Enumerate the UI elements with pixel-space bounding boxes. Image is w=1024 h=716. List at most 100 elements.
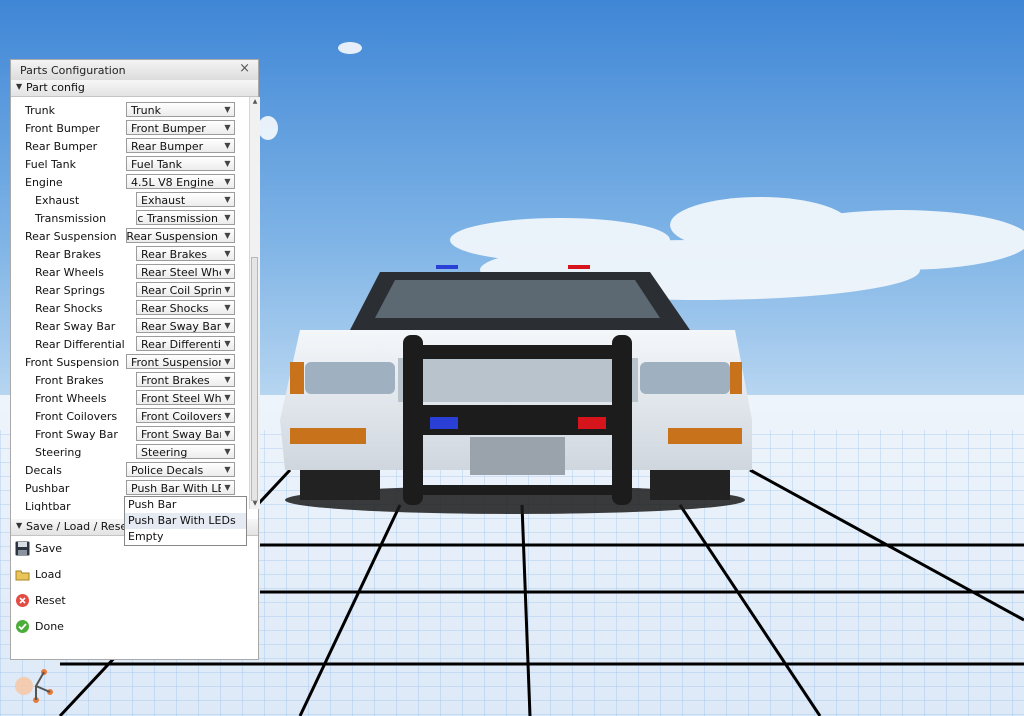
- part-row: Rear Bumper Rear Bumper ▼: [11, 137, 247, 155]
- part-select[interactable]: Fuel Tank ▼: [126, 156, 235, 171]
- part-name: Rear Wheels: [35, 266, 104, 279]
- part-name: Rear Differential: [35, 338, 125, 351]
- close-icon[interactable]: ×: [239, 61, 250, 76]
- part-select[interactable]: Rear Shocks ▼: [136, 300, 235, 315]
- chevron-down-icon: ▼: [221, 337, 234, 350]
- part-row: Trunk Trunk ▼: [11, 101, 247, 119]
- part-name: Front Bumper: [25, 122, 100, 135]
- collapse-triangle-icon: ▼: [16, 521, 23, 530]
- part-name: Rear Bumper: [25, 140, 98, 153]
- chevron-down-icon: ▼: [221, 265, 234, 278]
- part-row: Transmission tic Transmission ▼: [11, 209, 247, 227]
- part-name: Rear Springs: [35, 284, 105, 297]
- panel-title: Parts Configuration: [20, 64, 126, 77]
- part-name: Front Coilovers: [35, 410, 118, 423]
- dropdown-option[interactable]: Empty: [125, 529, 246, 545]
- part-select[interactable]: tic Transmission ▼: [136, 210, 235, 225]
- save-button[interactable]: Save: [15, 539, 135, 561]
- part-select[interactable]: Push Bar With LEDs ▼: [126, 480, 235, 495]
- part-select[interactable]: Front Bumper ▼: [126, 120, 235, 135]
- part-name: Rear Brakes: [35, 248, 101, 261]
- part-select-value: 4.5L V8 Engine: [131, 176, 214, 189]
- scroll-up-icon[interactable]: ▲: [250, 97, 260, 107]
- part-select-value: e Rear Suspension: [126, 230, 218, 243]
- part-select[interactable]: Trunk ▼: [126, 102, 235, 117]
- part-row: Engine 4.5L V8 Engine ▼: [11, 173, 247, 191]
- part-name: Steering: [35, 446, 82, 459]
- part-select[interactable]: Rear Steel Wheels ▼: [136, 264, 235, 279]
- part-row: Rear Suspension e Rear Suspension ▼: [11, 227, 247, 245]
- part-select[interactable]: Front Brakes ▼: [136, 372, 235, 387]
- collapse-triangle-icon: ▼: [16, 82, 23, 91]
- load-label: Load: [35, 568, 62, 581]
- reset-label: Reset: [35, 594, 66, 607]
- part-select[interactable]: Front Suspension ▼: [126, 354, 235, 369]
- part-name: Transmission: [35, 212, 107, 225]
- part-select[interactable]: Rear Brakes ▼: [136, 246, 235, 261]
- part-row: Front Coilovers Front Coilovers ▼: [11, 407, 247, 425]
- scroll-down-icon[interactable]: ▼: [250, 499, 260, 509]
- part-select-value: Exhaust: [141, 194, 186, 207]
- part-row: Rear Differential Rear Differential ▼: [11, 335, 247, 353]
- panel-titlebar[interactable]: Parts Configuration ×: [11, 60, 258, 81]
- part-row: Front Wheels Front Steel Wheels ▼: [11, 389, 247, 407]
- chevron-down-icon: ▼: [221, 157, 234, 170]
- reset-icon: [16, 594, 29, 607]
- done-label: Done: [35, 620, 64, 633]
- chevron-down-icon: ▼: [221, 463, 234, 476]
- part-name: Trunk: [25, 104, 55, 117]
- part-select[interactable]: Rear Coil Springs ▼: [136, 282, 235, 297]
- part-row: Rear Springs Rear Coil Springs ▼: [11, 281, 247, 299]
- chevron-down-icon: ▼: [221, 175, 234, 188]
- chevron-down-icon: ▼: [221, 373, 234, 386]
- part-select[interactable]: Front Steel Wheels ▼: [136, 390, 235, 405]
- part-select[interactable]: e Rear Suspension ▼: [126, 228, 235, 243]
- parts-configuration-panel: Parts Configuration × ▼ Part config Trun…: [10, 59, 260, 660]
- chevron-down-icon: ▼: [221, 355, 234, 368]
- part-select-value: Rear Bumper: [131, 140, 204, 153]
- part-row: Front Suspension Front Suspension ▼: [11, 353, 247, 371]
- part-select[interactable]: Steering ▼: [136, 444, 235, 459]
- part-select[interactable]: Rear Sway Bar ▼: [136, 318, 235, 333]
- chevron-down-icon: ▼: [221, 193, 234, 206]
- section-label: Save / Load / Reset: [26, 520, 132, 533]
- part-select[interactable]: Police Decals ▼: [126, 462, 235, 477]
- part-row: Steering Steering ▼: [11, 443, 247, 461]
- chevron-down-icon: ▼: [221, 391, 234, 404]
- dropdown-option-highlighted[interactable]: Push Bar With LEDs: [125, 513, 246, 529]
- part-name: Decals: [25, 464, 62, 477]
- chevron-down-icon: ▼: [221, 229, 234, 242]
- part-select[interactable]: Front Coilovers ▼: [136, 408, 235, 423]
- part-select[interactable]: Front Sway Bar ▼: [136, 426, 235, 441]
- load-button[interactable]: Load: [15, 565, 135, 587]
- part-select[interactable]: 4.5L V8 Engine ▼: [126, 174, 235, 189]
- chevron-down-icon: ▼: [221, 409, 234, 422]
- folder-icon: [15, 570, 30, 581]
- chevron-down-icon: ▼: [221, 139, 234, 152]
- part-name: Front Suspension: [25, 356, 120, 369]
- chevron-down-icon: ▼: [221, 121, 234, 134]
- dropdown-option[interactable]: Push Bar: [125, 497, 246, 513]
- parts-scrollbar[interactable]: ▲ ▼: [249, 97, 260, 509]
- chevron-down-icon: ▼: [221, 283, 234, 296]
- part-select[interactable]: Rear Bumper ▼: [126, 138, 235, 153]
- part-name: Rear Suspension: [25, 230, 117, 243]
- part-select-value: Fuel Tank: [131, 158, 182, 171]
- part-select[interactable]: Exhaust ▼: [136, 192, 235, 207]
- done-button[interactable]: Done: [15, 617, 135, 639]
- chevron-down-icon: ▼: [221, 481, 234, 494]
- part-select-value: Rear Shocks: [141, 302, 209, 315]
- part-row: Rear Brakes Rear Brakes ▼: [11, 245, 247, 263]
- part-select-value: Front Brakes: [141, 374, 210, 387]
- part-select[interactable]: Rear Differential ▼: [136, 336, 235, 351]
- reset-button[interactable]: Reset: [15, 591, 135, 613]
- part-name: Pushbar: [25, 482, 70, 495]
- scroll-thumb[interactable]: [251, 257, 258, 501]
- pushbar-dropdown-list: Push Bar Push Bar With LEDs Empty: [124, 496, 247, 546]
- part-select-value: Steering: [141, 446, 188, 459]
- part-select-value: Rear Sway Bar: [141, 320, 222, 333]
- section-part-config[interactable]: ▼ Part config: [11, 80, 258, 97]
- part-row: Pushbar Push Bar With LEDs ▼: [11, 479, 247, 497]
- part-select-value: Trunk: [131, 104, 161, 117]
- part-select-value: Police Decals: [131, 464, 204, 477]
